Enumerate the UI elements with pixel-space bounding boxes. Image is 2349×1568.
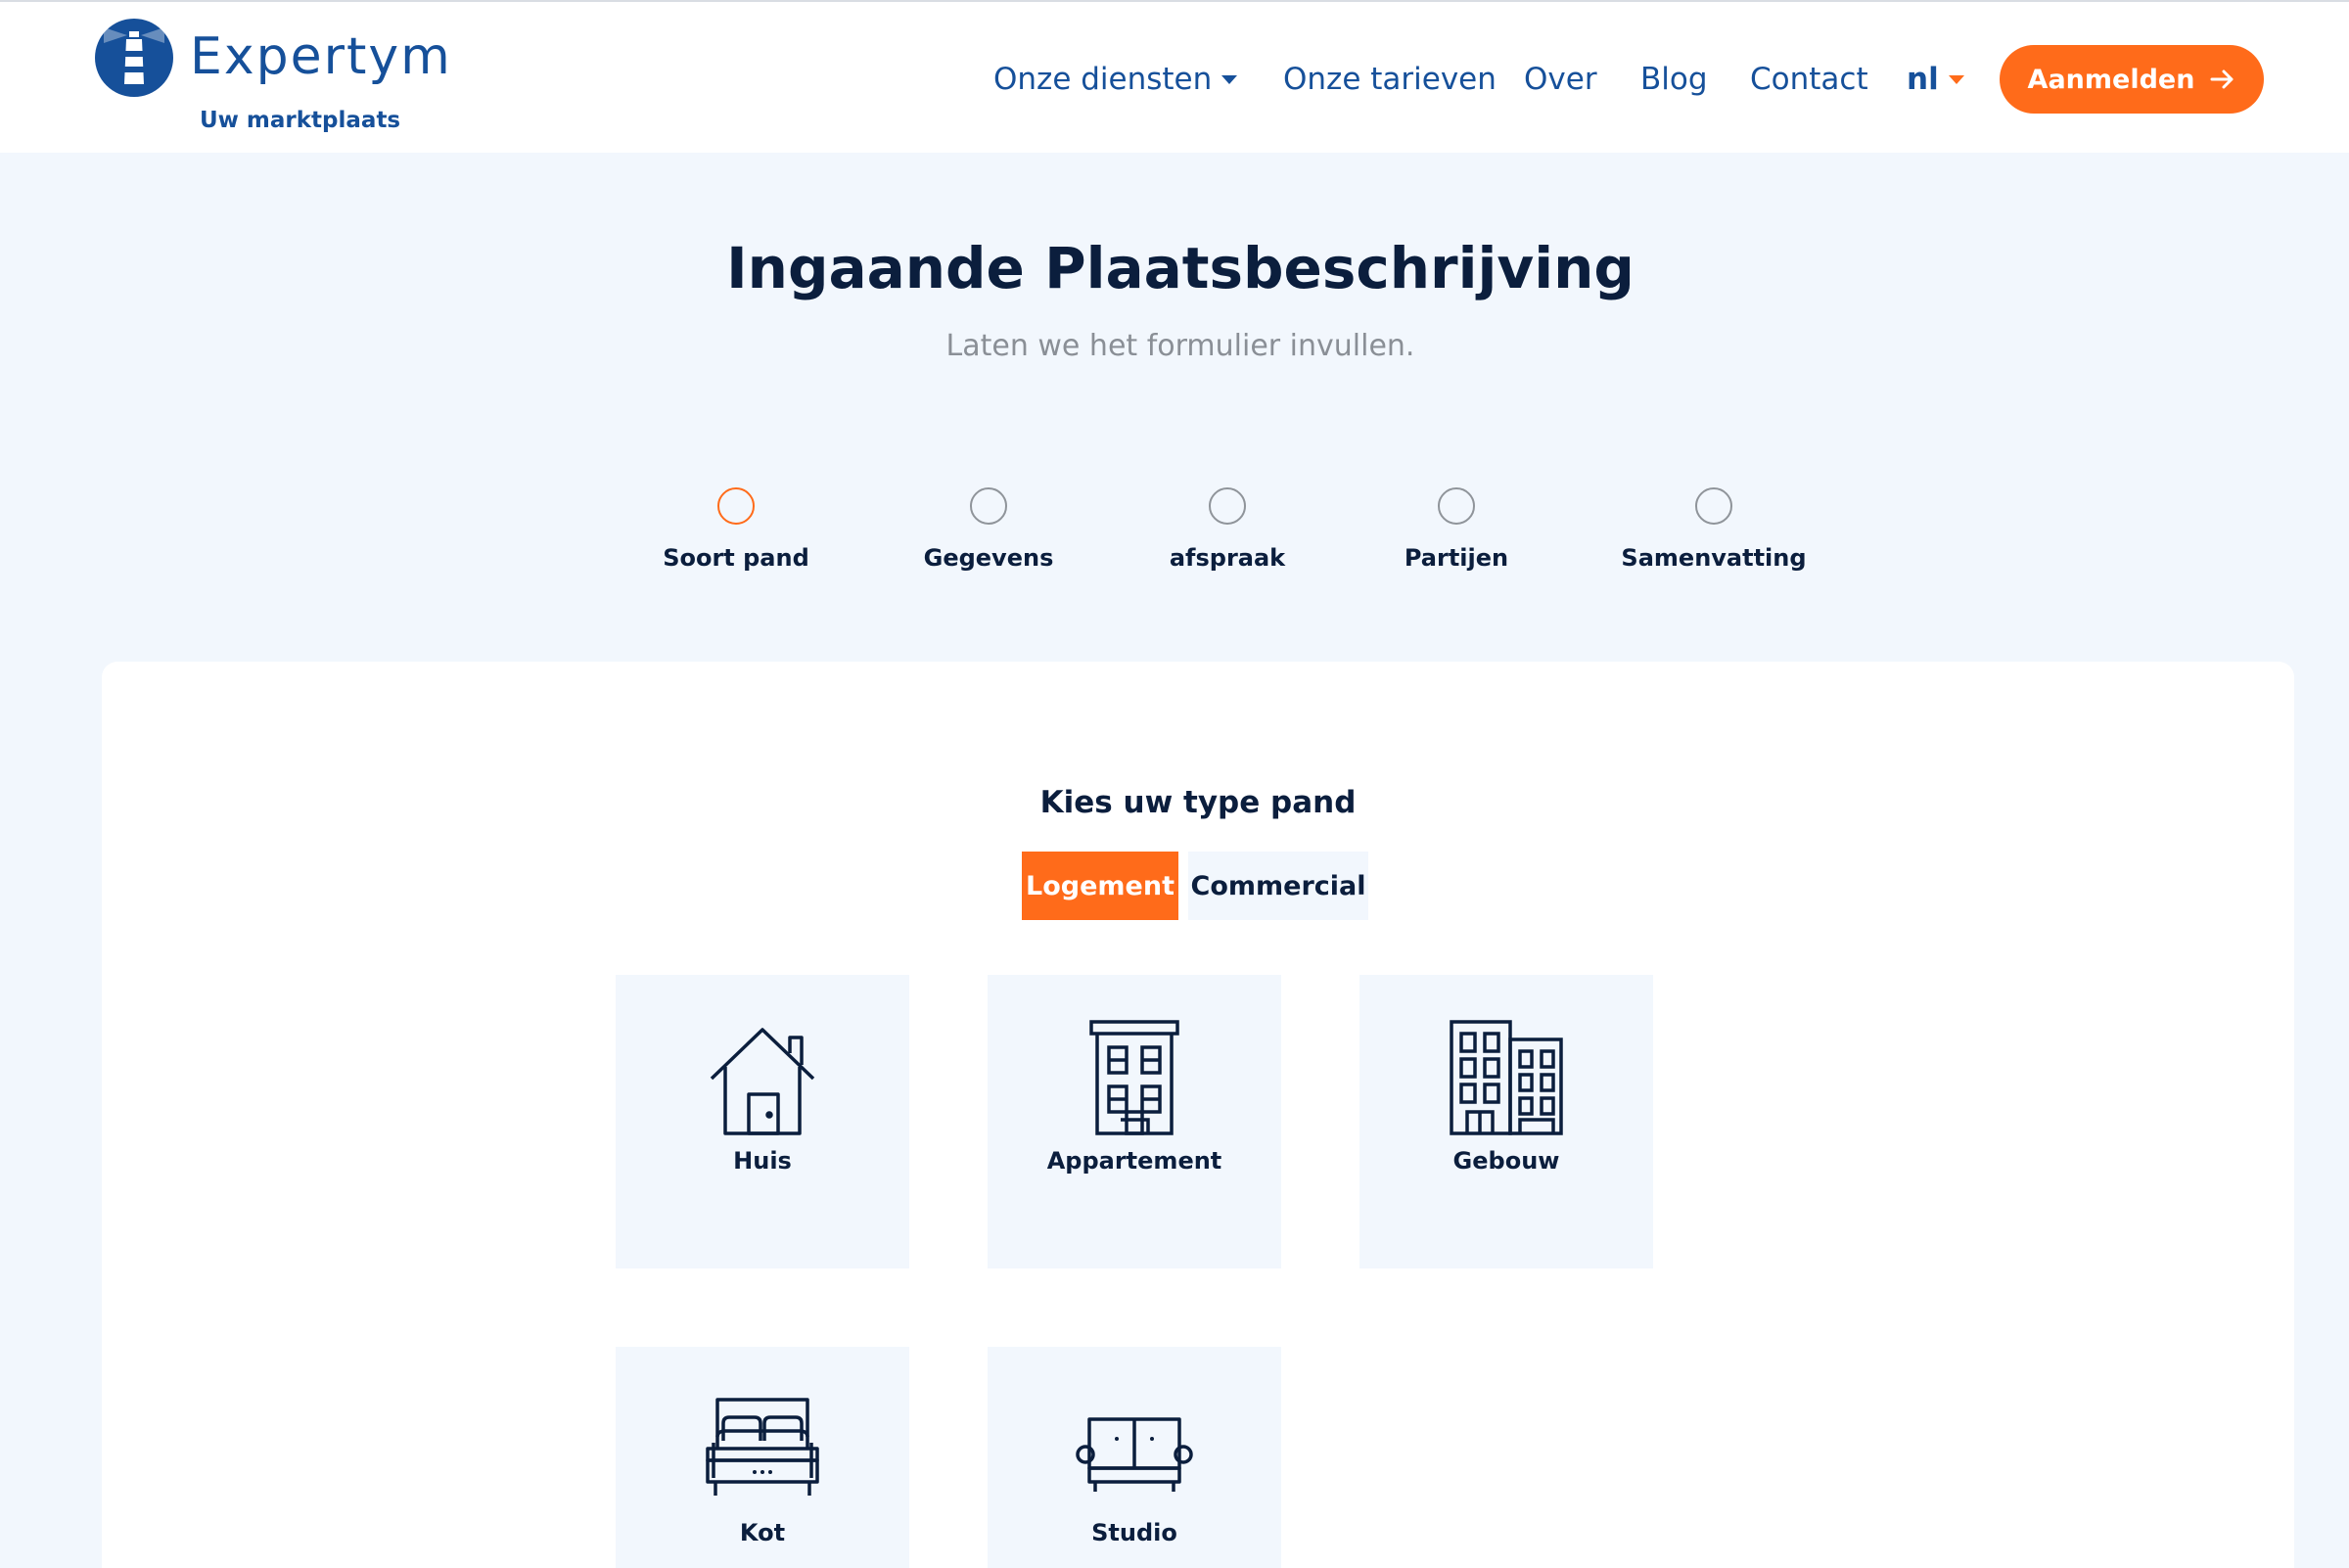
property-type-heading: Kies uw type pand [1039, 785, 1357, 820]
step-indicator [1695, 487, 1732, 525]
site-header: Expertym Uw marktplaats Onze diensten On… [0, 0, 2349, 153]
step-label: Soort pand [663, 544, 809, 572]
chevron-down-icon [1221, 74, 1238, 84]
property-option-label: Studio [1091, 1519, 1177, 1546]
type-toggle-logement[interactable]: Logement [1022, 852, 1178, 920]
page-subtitle: Laten we het formulier invullen. [945, 329, 1415, 363]
property-option-label: Kot [739, 1519, 786, 1546]
aanmelden-button[interactable]: Aanmelden [2000, 45, 2264, 114]
aanmelden-label: Aanmelden [2027, 64, 2195, 95]
step-partijen[interactable]: Partijen [1329, 487, 1584, 572]
step-label: Gegevens [923, 544, 1054, 572]
property-option-label: Appartement [1046, 1147, 1222, 1175]
arrow-right-icon [2210, 69, 2234, 89]
lighthouse-logo-icon [95, 19, 173, 97]
property-option-huis[interactable]: Huis [616, 975, 909, 1268]
house-icon [710, 1028, 815, 1135]
property-option-label: Gebouw [1452, 1147, 1560, 1175]
step-samenvatting[interactable]: Samenvatting [1587, 487, 1841, 572]
step-indicator [1209, 487, 1246, 525]
property-option-kot[interactable]: Kot [616, 1347, 909, 1568]
type-toggle-commercial[interactable]: Commercial [1188, 852, 1368, 920]
nav-item-contact[interactable]: Contact [1750, 45, 1868, 114]
property-option-label: Huis [733, 1147, 792, 1175]
logo[interactable]: Expertym Uw marktplaats [94, 18, 452, 133]
property-option-appartement[interactable]: Appartement [988, 975, 1281, 1268]
step-afspraak[interactable]: afspraak [1100, 487, 1355, 572]
nav-item-over[interactable]: Over [1524, 45, 1597, 114]
sofa-icon [1076, 1417, 1193, 1492]
nav-item-label: Onze diensten [993, 62, 1213, 97]
language-label: nl [1907, 62, 1939, 97]
step-indicator [1438, 487, 1475, 525]
brand-tagline: Uw marktplaats [200, 108, 401, 133]
nav-item-onze-tarieven[interactable]: Onze tarieven [1283, 45, 1497, 114]
page-title: Ingaande Plaatsbeschrijving [726, 235, 1635, 301]
step-label: afspraak [1169, 544, 1286, 572]
step-indicator [717, 487, 755, 525]
brand-name: Expertym [190, 27, 452, 86]
nav-item-blog[interactable]: Blog [1640, 45, 1708, 114]
property-option-gebouw[interactable]: Gebouw [1359, 975, 1653, 1268]
property-type-card: Kies uw type pand Logement Commercial Hu… [102, 662, 2294, 1568]
bed-icon [706, 1398, 819, 1496]
step-label: Samenvatting [1621, 544, 1807, 572]
step-gegevens[interactable]: Gegevens [861, 487, 1116, 572]
step-soort-pand[interactable]: Soort pand [609, 487, 863, 572]
nav-item-onze-diensten[interactable]: Onze diensten [993, 45, 1238, 114]
step-indicator [970, 487, 1007, 525]
building-icon [1450, 1020, 1563, 1135]
apartment-icon [1089, 1020, 1179, 1135]
property-option-studio[interactable]: Studio [988, 1347, 1281, 1568]
step-label: Partijen [1404, 544, 1509, 572]
language-selector[interactable]: nl [1907, 45, 1964, 114]
chevron-down-icon [1948, 74, 1964, 84]
